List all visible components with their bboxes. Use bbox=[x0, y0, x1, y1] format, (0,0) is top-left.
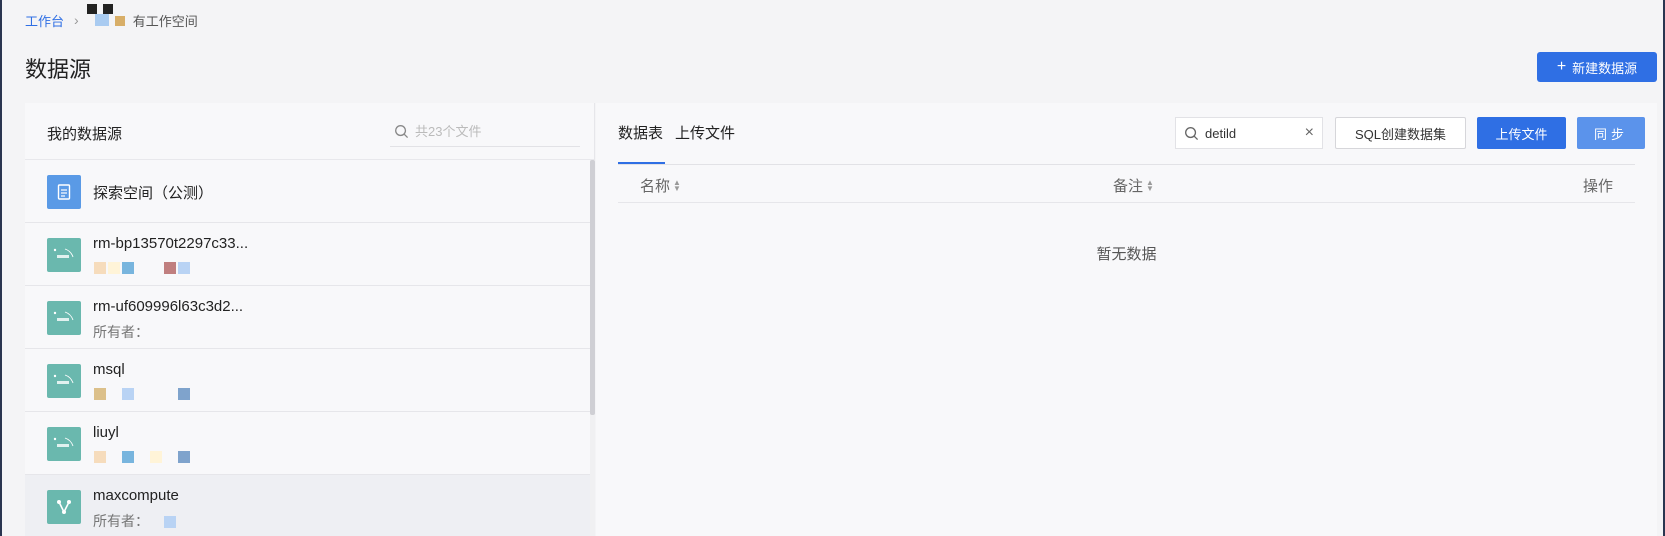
upload-file-button[interactable]: 上传文件 bbox=[1477, 117, 1566, 149]
breadcrumb-current: 有工作空间 bbox=[132, 13, 198, 29]
datasource-name: liuyl bbox=[93, 424, 119, 441]
datasource-item-maxcompute[interactable]: maxcompute 所有者： bbox=[25, 475, 590, 536]
column-note-label: 备注 bbox=[1113, 178, 1144, 195]
sort-icon[interactable]: ▲ ▼ bbox=[673, 178, 681, 192]
datasource-name: 探索空间（公测） bbox=[93, 185, 214, 202]
window-edge-left bbox=[0, 0, 2, 536]
sort-icon[interactable]: ▲ ▼ bbox=[1146, 178, 1154, 192]
document-icon bbox=[47, 175, 81, 209]
mysql-icon bbox=[47, 427, 81, 461]
table-panel: 数据表 上传文件 × SQL创建数据集 上传文件 同步 名称 ▲▼ 备注 ▲▼ … bbox=[596, 103, 1657, 536]
search-icon bbox=[1185, 126, 1199, 140]
plus-icon: + bbox=[1556, 58, 1567, 75]
sync-button[interactable]: 同步 bbox=[1577, 117, 1645, 149]
datasource-owner: 所有者： bbox=[93, 511, 177, 531]
datasource-name: msql bbox=[93, 361, 125, 378]
datasource-panel-title: 我的数据源 bbox=[47, 126, 123, 143]
sql-create-dataset-button[interactable]: SQL创建数据集 bbox=[1335, 117, 1466, 149]
datasource-item-explore[interactable]: 探索空间（公测） bbox=[25, 160, 590, 223]
column-header-name[interactable]: 名称 ▲ ▼ bbox=[640, 175, 681, 196]
table-header: 名称 ▲ ▼ 备注 ▲ ▼ 操作 bbox=[618, 165, 1635, 203]
datasource-item-rm-bp[interactable]: rm-bp13570t2297c33... bbox=[25, 223, 590, 286]
column-header-actions: 操作 bbox=[1582, 178, 1613, 195]
datasource-item-liuyl[interactable]: liuyl bbox=[25, 412, 590, 475]
datasource-name: rm-uf609996l63c3d2... bbox=[93, 298, 244, 315]
datasource-panel-header: 我的数据源 bbox=[25, 103, 594, 160]
datasource-item-msql[interactable]: msql bbox=[25, 349, 590, 412]
datasource-name: rm-bp13570t2297c33... bbox=[93, 235, 249, 252]
new-datasource-button[interactable]: + 新建数据源 bbox=[1537, 52, 1657, 82]
breadcrumb-home-link[interactable]: 工作台 bbox=[25, 11, 64, 30]
owner-label: 所有者： bbox=[93, 513, 149, 529]
breadcrumb-separator: › bbox=[74, 12, 79, 28]
datasource-owner bbox=[93, 259, 191, 275]
page-title: 数据源 bbox=[25, 57, 92, 82]
workspace-avatar bbox=[85, 4, 133, 30]
new-datasource-label: 新建数据源 bbox=[1572, 60, 1638, 76]
mysql-icon bbox=[47, 364, 81, 398]
table-search[interactable]: × bbox=[1175, 117, 1323, 149]
maxcompute-icon bbox=[47, 490, 81, 524]
datasource-list: 探索空间（公测） rm-bp13570t2297c33... rm-uf6099… bbox=[25, 160, 590, 536]
mysql-icon bbox=[47, 301, 81, 335]
tab-upload-file[interactable]: 上传文件 bbox=[675, 103, 735, 164]
clear-icon[interactable]: × bbox=[1305, 125, 1314, 141]
breadcrumb: 工作台 › 有工作空间 bbox=[25, 4, 198, 30]
datasource-search-input[interactable] bbox=[415, 124, 565, 139]
datasource-owner bbox=[93, 448, 191, 464]
datasource-panel: 我的数据源 探索空间（公测） rm-bp13570t2297c33... bbox=[25, 103, 595, 536]
column-name-label: 名称 bbox=[640, 178, 671, 195]
datasource-search[interactable] bbox=[390, 117, 580, 147]
empty-state: 暂无数据 bbox=[1096, 246, 1157, 263]
table-search-input[interactable] bbox=[1205, 125, 1305, 141]
mysql-icon bbox=[47, 238, 81, 272]
table-panel-tabs: 数据表 上传文件 bbox=[618, 103, 747, 164]
datasource-scrollbar[interactable] bbox=[590, 160, 595, 536]
datasource-owner bbox=[93, 385, 191, 401]
datasource-item-rm-uf[interactable]: rm-uf609996l63c3d2... 所有者： bbox=[25, 286, 590, 349]
tab-data-table[interactable]: 数据表 bbox=[618, 103, 666, 164]
column-header-note[interactable]: 备注 ▲ ▼ bbox=[1113, 175, 1154, 196]
scrollbar-thumb[interactable] bbox=[590, 160, 595, 415]
datasource-owner: 所有者： bbox=[93, 324, 149, 340]
datasource-name: maxcompute bbox=[93, 487, 179, 504]
search-icon bbox=[395, 125, 409, 139]
